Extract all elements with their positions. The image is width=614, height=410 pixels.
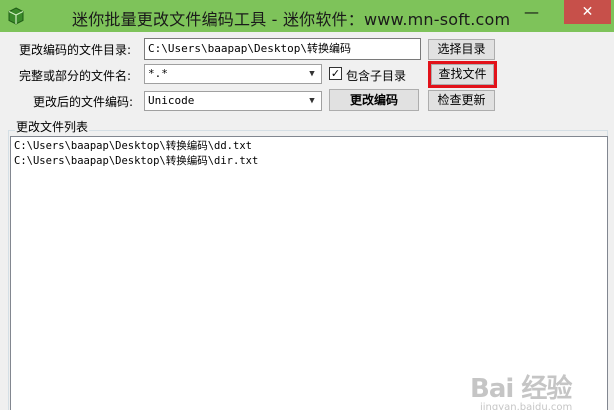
list-item[interactable]: C:\Users\baapap\Desktop\转换编码\dir.txt: [11, 154, 607, 169]
filename-label: 完整或部分的文件名:: [19, 69, 132, 83]
list-item[interactable]: C:\Users\baapap\Desktop\转换编码\dd.txt: [11, 139, 607, 154]
select-directory-button[interactable]: 选择目录: [428, 39, 495, 60]
check-update-button[interactable]: 检查更新: [428, 90, 495, 111]
close-button[interactable]: ✕: [564, 0, 611, 24]
window-title: 迷你批量更改文件编码工具 - 迷你软件：www.mn-soft.com: [72, 10, 511, 29]
include-subdirs-label: 包含子目录: [346, 69, 407, 83]
dir-input[interactable]: C:\Users\baapap\Desktop\转换编码: [144, 38, 421, 60]
app-icon: [8, 7, 24, 25]
dir-label: 更改编码的文件目录:: [19, 43, 132, 57]
encoding-combo[interactable]: Unicode ▼: [144, 91, 322, 111]
watermark-brand: Bai 经验: [470, 374, 572, 404]
chevron-down-icon[interactable]: ▼: [305, 92, 319, 110]
watermark-url: jingyan.baidu.com: [480, 402, 573, 410]
find-files-button[interactable]: 查找文件: [431, 64, 494, 85]
app-window: 迷你批量更改文件编码工具 - 迷你软件：www.mn-soft.com — ✕ …: [0, 0, 614, 410]
filename-combo[interactable]: *.* ▼: [144, 64, 322, 84]
title-bar[interactable]: 迷你批量更改文件编码工具 - 迷你软件：www.mn-soft.com — ✕: [0, 0, 614, 32]
watermark: Bai 经验 jingyan.baidu.com: [470, 368, 600, 410]
change-encoding-button[interactable]: 更改编码: [329, 89, 419, 111]
encoding-label: 更改后的文件编码:: [33, 95, 134, 109]
encoding-value: Unicode: [148, 94, 195, 107]
client-area: 更改编码的文件目录: C:\Users\baapap\Desktop\转换编码 …: [0, 32, 614, 410]
file-list-label: 更改文件列表: [15, 118, 90, 135]
chevron-down-icon[interactable]: ▼: [305, 65, 319, 83]
filename-value: *.*: [148, 67, 168, 80]
minimize-button[interactable]: —: [518, 0, 545, 24]
include-subdirs-checkbox[interactable]: ✓: [329, 67, 342, 80]
